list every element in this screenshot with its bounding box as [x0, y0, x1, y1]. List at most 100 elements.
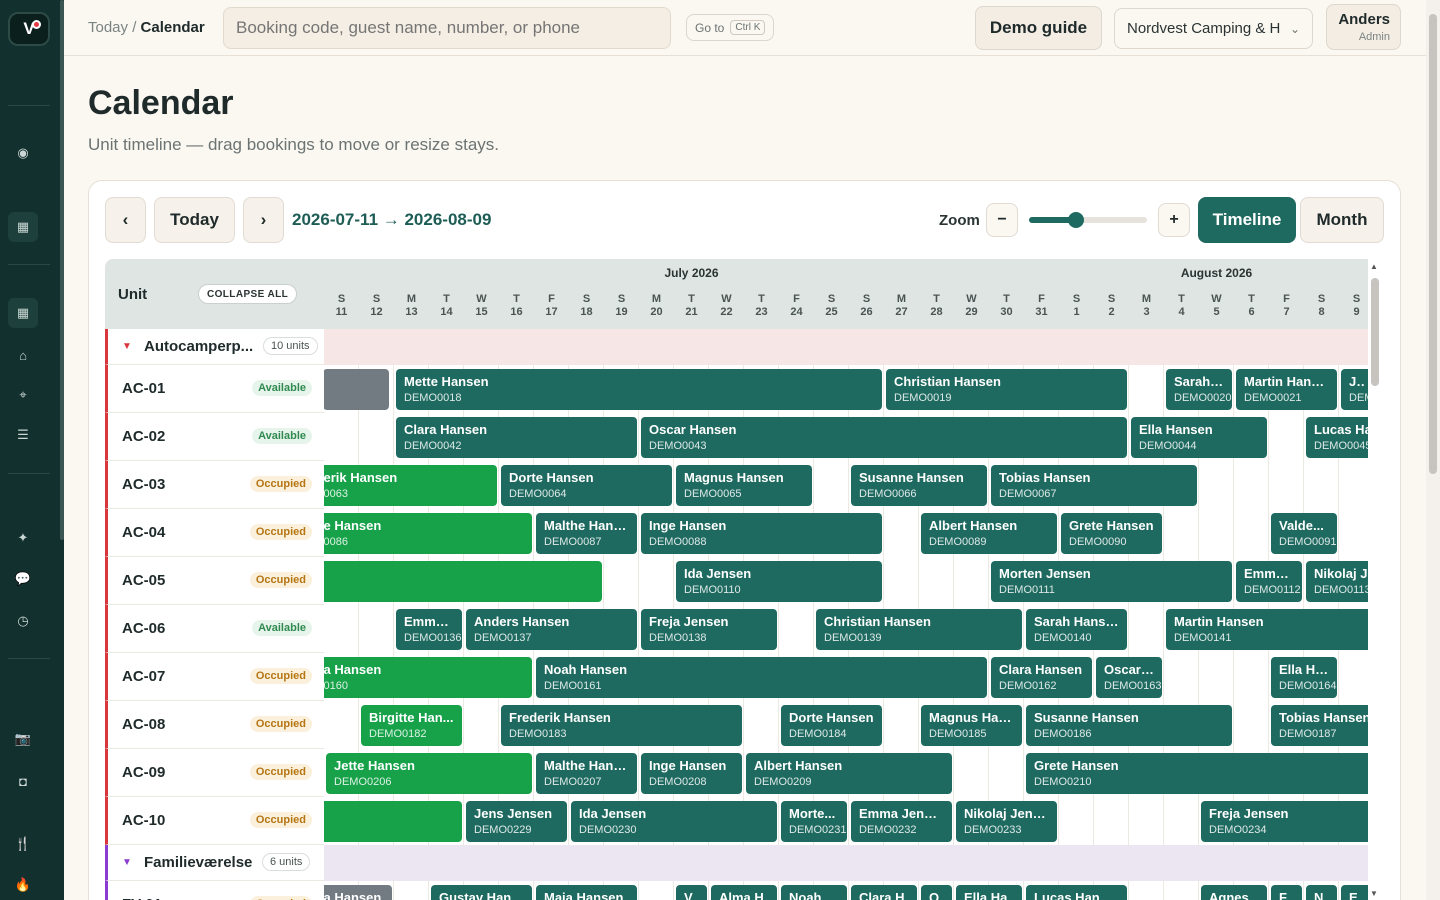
view-timeline-button[interactable]: Timeline: [1198, 197, 1296, 243]
day-cell[interactable]: [1164, 653, 1199, 701]
booking-bar[interactable]: Birgitte Han... DEMO0182: [361, 705, 462, 746]
timeline-scrollbar[interactable]: ▲ ▼: [1368, 262, 1382, 900]
booking-bar[interactable]: [315, 801, 462, 842]
day-cell[interactable]: [1234, 701, 1269, 749]
booking-bar[interactable]: Susanne Hansen DEMO0066: [851, 465, 987, 506]
unit-label-cell[interactable]: AC-09 Occupied: [105, 749, 324, 797]
booking-bar[interactable]: Anders Hansen DEMO0137: [466, 609, 637, 650]
day-cell[interactable]: [1059, 797, 1094, 845]
unit-label-cell[interactable]: AC-05 Occupied: [105, 557, 324, 605]
day-cell[interactable]: [1164, 881, 1199, 900]
unit-label-cell[interactable]: AC-08 Occupied: [105, 701, 324, 749]
collapse-all-button[interactable]: COLLAPSE ALL: [198, 284, 298, 304]
day-cell[interactable]: [359, 605, 394, 653]
booking-bar[interactable]: Grete Hansen DEMO0090: [1061, 513, 1162, 554]
day-cell[interactable]: [1234, 653, 1269, 701]
caret-down-icon[interactable]: ▼: [122, 857, 132, 868]
booking-bar[interactable]: Lucas Ha DEMO0045: [1306, 417, 1368, 458]
day-cell[interactable]: [394, 881, 429, 900]
booking-bar[interactable]: Maja Hansen: [536, 885, 637, 900]
page-scrollbar[interactable]: [1426, 0, 1440, 900]
day-cell[interactable]: [919, 557, 954, 605]
day-cell[interactable]: [884, 509, 919, 557]
booking-bar[interactable]: Emma ... DEMO0112: [1236, 561, 1302, 602]
timeline-scroll-thumb[interactable]: [1371, 278, 1379, 386]
booking-bar[interactable]: Malthe Hans... DEMO0087: [536, 513, 637, 554]
demo-guide-button[interactable]: Demo guide: [975, 6, 1102, 50]
booking-bar[interactable]: Morte... DEMO0231: [781, 801, 847, 842]
booking-bar[interactable]: erik Hansen 0063: [315, 465, 497, 506]
next-button[interactable]: ›: [243, 197, 284, 243]
fire-icon[interactable]: 🔥: [8, 870, 38, 900]
zoom-in-button[interactable]: +: [1158, 203, 1190, 237]
app-logo[interactable]: V: [8, 12, 50, 46]
view-month-button[interactable]: Month: [1300, 197, 1384, 243]
booking-bar[interactable]: Lucas Hansen: [1026, 885, 1127, 900]
booking-bar[interactable]: Martin Hansen DEMO0141: [1166, 609, 1368, 650]
day-cell[interactable]: [639, 557, 674, 605]
day-cell[interactable]: [1199, 461, 1234, 509]
booking-bar[interactable]: Nikolaj Je DEMO0113: [1306, 561, 1368, 602]
day-cell[interactable]: [989, 749, 1024, 797]
user-menu[interactable]: Anders Admin: [1326, 4, 1401, 50]
sparkle-icon[interactable]: ✦: [8, 523, 38, 553]
zoom-slider[interactable]: [1029, 212, 1147, 228]
day-cell[interactable]: [1129, 797, 1164, 845]
booking-bar[interactable]: Clara H: [851, 885, 917, 900]
booking-bar[interactable]: Noah Hansen DEMO0161: [536, 657, 987, 698]
booking-bar[interactable]: Dorte Hansen DEMO0184: [781, 705, 882, 746]
booking-bar[interactable]: Nor: [1306, 885, 1337, 900]
day-cell[interactable]: [954, 749, 989, 797]
search-input[interactable]: [223, 7, 671, 49]
booking-bar[interactable]: Susanne Hansen DEMO0186: [1026, 705, 1232, 746]
day-cell[interactable]: [1129, 365, 1164, 413]
chat-icon[interactable]: 💬: [8, 564, 38, 594]
day-cell[interactable]: [324, 605, 359, 653]
booking-bar[interactable]: Osc: [921, 885, 952, 900]
scroll-down-icon[interactable]: ▼: [1370, 889, 1378, 898]
booking-bar[interactable]: Christian Hansen DEMO0139: [816, 609, 1022, 650]
booking-bar[interactable]: Clara Hansen DEMO0162: [991, 657, 1092, 698]
day-cell[interactable]: [1164, 797, 1199, 845]
day-cell[interactable]: [1304, 461, 1339, 509]
booking-bar[interactable]: a Hansen: [315, 885, 392, 900]
day-cell[interactable]: [1339, 461, 1368, 509]
unit-label-cell[interactable]: AC-10 Occupied: [105, 797, 324, 845]
day-cell[interactable]: [604, 557, 639, 605]
scroll-up-icon[interactable]: ▲: [1370, 262, 1378, 271]
booking-bar[interactable]: Christian Hansen DEMO0019: [886, 369, 1127, 410]
home-icon[interactable]: ⌂: [8, 340, 38, 370]
day-cell[interactable]: [1094, 797, 1129, 845]
booking-bar[interactable]: Ella Ha... DEMO0164: [1271, 657, 1337, 698]
unit-label-cell[interactable]: AC-02 Available: [105, 413, 324, 461]
day-cell[interactable]: [1269, 413, 1304, 461]
booking-bar[interactable]: Emma Jensen DEMO0232: [851, 801, 952, 842]
booking-bar[interactable]: Ella Hansen DEMO0044: [1131, 417, 1267, 458]
day-cell[interactable]: [324, 701, 359, 749]
booking-bar[interactable]: Ella Ha: [956, 885, 1022, 900]
booking-bar[interactable]: Sarah Hansen DEMO0140: [1026, 609, 1127, 650]
unit-label-cell[interactable]: AC-06 Available: [105, 605, 324, 653]
booking-bar[interactable]: Nikolaj Jensen DEMO0233: [956, 801, 1057, 842]
booking-bar[interactable]: Oscar Hansen DEMO0043: [641, 417, 1127, 458]
booking-bar[interactable]: e Hansen 0086: [315, 513, 532, 554]
day-cell[interactable]: [1234, 509, 1269, 557]
unit-label-cell[interactable]: AC-04 Occupied: [105, 509, 324, 557]
day-cell[interactable]: [779, 605, 814, 653]
booking-bar[interactable]: Noah: [781, 885, 847, 900]
booking-bar[interactable]: Tobias Hansen DEMO0067: [991, 465, 1197, 506]
group-label-cell[interactable]: ▼ Autocamperp... 10 units: [105, 329, 324, 365]
booking-bar[interactable]: Martin Hansen DEMO0021: [1236, 369, 1337, 410]
day-cell[interactable]: [464, 701, 499, 749]
day-cell[interactable]: [884, 557, 919, 605]
booking-bar[interactable]: Albert Hansen DEMO0089: [921, 513, 1057, 554]
day-cell[interactable]: [359, 413, 394, 461]
today-button[interactable]: Today: [154, 197, 235, 243]
day-cell[interactable]: [1199, 509, 1234, 557]
day-cell[interactable]: [744, 701, 779, 749]
day-cell[interactable]: [639, 881, 674, 900]
goto-button[interactable]: Go to Ctrl K: [686, 14, 775, 41]
prev-button[interactable]: ‹: [105, 197, 146, 243]
booking-bar[interactable]: Jens Jensen DEMO0229: [466, 801, 567, 842]
booking-bar[interactable]: Ida Jensen DEMO0110: [676, 561, 882, 602]
